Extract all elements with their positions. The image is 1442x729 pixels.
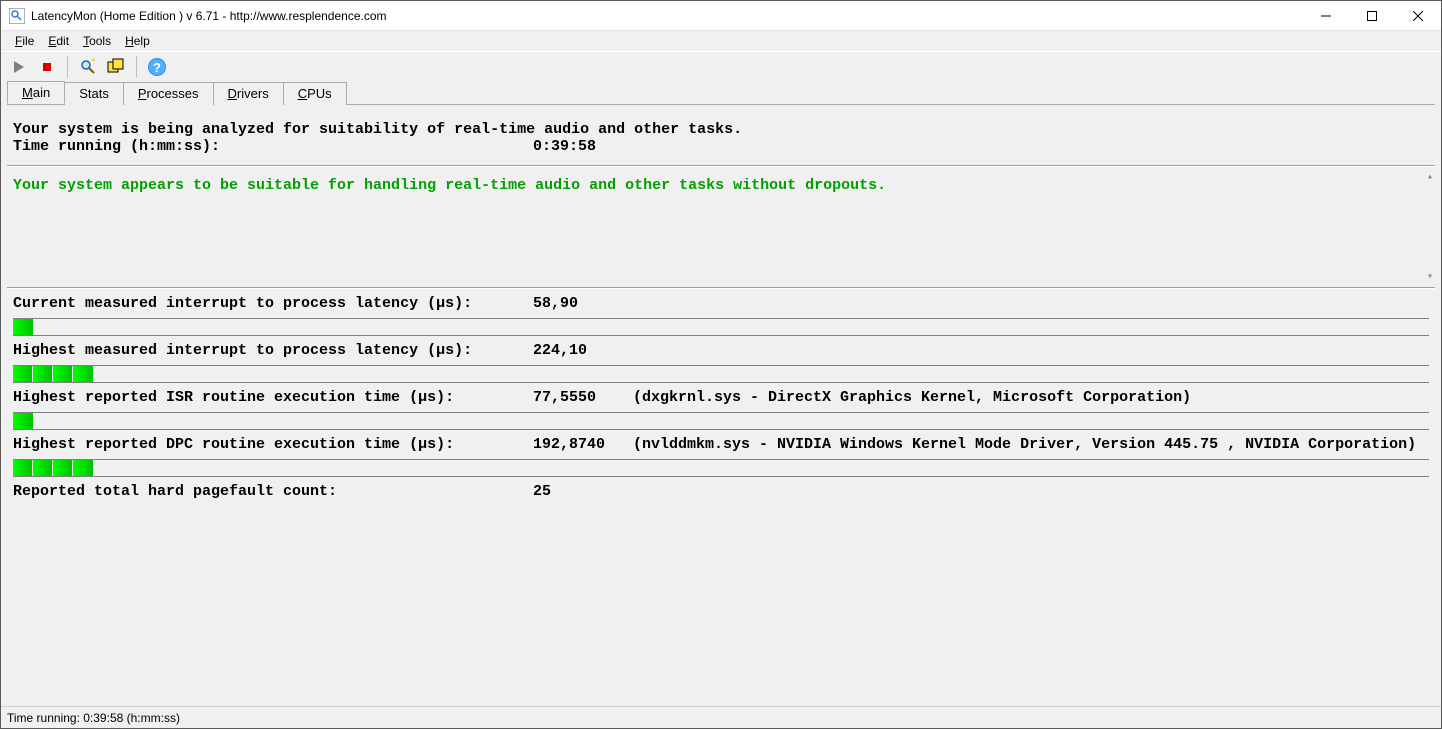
analysis-line: Your system is being analyzed for suitab… <box>13 121 742 138</box>
play-button[interactable] <box>7 55 31 79</box>
svg-text:?: ? <box>153 60 161 75</box>
maximize-button[interactable] <box>1349 1 1395 30</box>
minimize-button[interactable] <box>1303 1 1349 30</box>
app-icon <box>9 8 25 24</box>
metric-highest-isr: Highest reported ISR routine execution t… <box>7 383 1435 430</box>
main-panel: Your system is being analyzed for suitab… <box>7 111 1435 700</box>
help-tool-button[interactable]: ? <box>145 55 169 79</box>
close-button[interactable] <box>1395 1 1441 30</box>
menu-tools[interactable]: Tools <box>77 33 117 49</box>
metric-label: Highest measured interrupt to process la… <box>13 342 533 359</box>
metric-value: 224,10 <box>533 342 633 359</box>
metric-value: 25 <box>533 483 633 500</box>
time-running-label: Time running (h:mm:ss): <box>13 138 533 155</box>
metric-extra: (nvlddmkm.sys - NVIDIA Windows Kernel Mo… <box>633 436 1429 453</box>
metric-label: Reported total hard pagefault count: <box>13 483 533 500</box>
metric-current-latency: Current measured interrupt to process la… <box>7 289 1435 336</box>
app-window: LatencyMon (Home Edition ) v 6.71 - http… <box>0 0 1442 729</box>
tab-stats[interactable]: Stats <box>64 82 124 105</box>
metric-label: Highest reported ISR routine execution t… <box>13 389 533 406</box>
metric-bar <box>13 412 1429 430</box>
menu-file[interactable]: File <box>9 33 40 49</box>
search-tool-button[interactable] <box>76 55 100 79</box>
window-title: LatencyMon (Home Edition ) v 6.71 - http… <box>31 9 1303 23</box>
status-message: Your system appears to be suitable for h… <box>13 177 886 194</box>
tab-bar: Main Stats Processes Drivers CPUs <box>1 81 1441 104</box>
menu-help[interactable]: Help <box>119 33 156 49</box>
toolbar-separator <box>67 56 68 78</box>
metric-bar <box>13 459 1429 477</box>
window-controls <box>1303 1 1441 30</box>
metric-highest-dpc: Highest reported DPC routine execution t… <box>7 430 1435 477</box>
metric-label: Highest reported DPC routine execution t… <box>13 436 533 453</box>
metric-bar <box>13 365 1429 383</box>
stop-button[interactable] <box>35 55 59 79</box>
metric-bar <box>13 318 1429 336</box>
metric-extra: (dxgkrnl.sys - DirectX Graphics Kernel, … <box>633 389 1429 406</box>
windows-tool-button[interactable] <box>104 55 128 79</box>
metric-value: 77,5550 <box>533 389 633 406</box>
analysis-header: Your system is being analyzed for suitab… <box>7 111 1435 165</box>
tab-processes[interactable]: Processes <box>123 82 214 105</box>
metric-label: Current measured interrupt to process la… <box>13 295 533 312</box>
metric-value: 58,90 <box>533 295 633 312</box>
status-message-area: Your system appears to be suitable for h… <box>7 167 1435 287</box>
tab-main[interactable]: Main <box>7 81 65 104</box>
toolbar: ? <box>1 51 1441 81</box>
tab-drivers[interactable]: Drivers <box>213 82 284 105</box>
metric-value: 192,8740 <box>533 436 633 453</box>
statusbar-text: Time running: 0:39:58 (h:mm:ss) <box>7 711 180 725</box>
scroll-up-icon[interactable]: ▴ <box>1427 171 1433 183</box>
statusbar: Time running: 0:39:58 (h:mm:ss) <box>1 706 1441 728</box>
time-running-value: 0:39:58 <box>533 138 596 155</box>
menubar: File Edit Tools Help <box>1 31 1441 51</box>
titlebar[interactable]: LatencyMon (Home Edition ) v 6.71 - http… <box>1 1 1441 31</box>
menu-edit[interactable]: Edit <box>42 33 75 49</box>
metric-pagefaults: Reported total hard pagefault count: 25 <box>7 477 1435 500</box>
metric-highest-latency: Highest measured interrupt to process la… <box>7 336 1435 383</box>
toolbar-separator <box>136 56 137 78</box>
scroll-down-icon[interactable]: ▾ <box>1427 271 1433 283</box>
tab-cpus[interactable]: CPUs <box>283 82 347 105</box>
